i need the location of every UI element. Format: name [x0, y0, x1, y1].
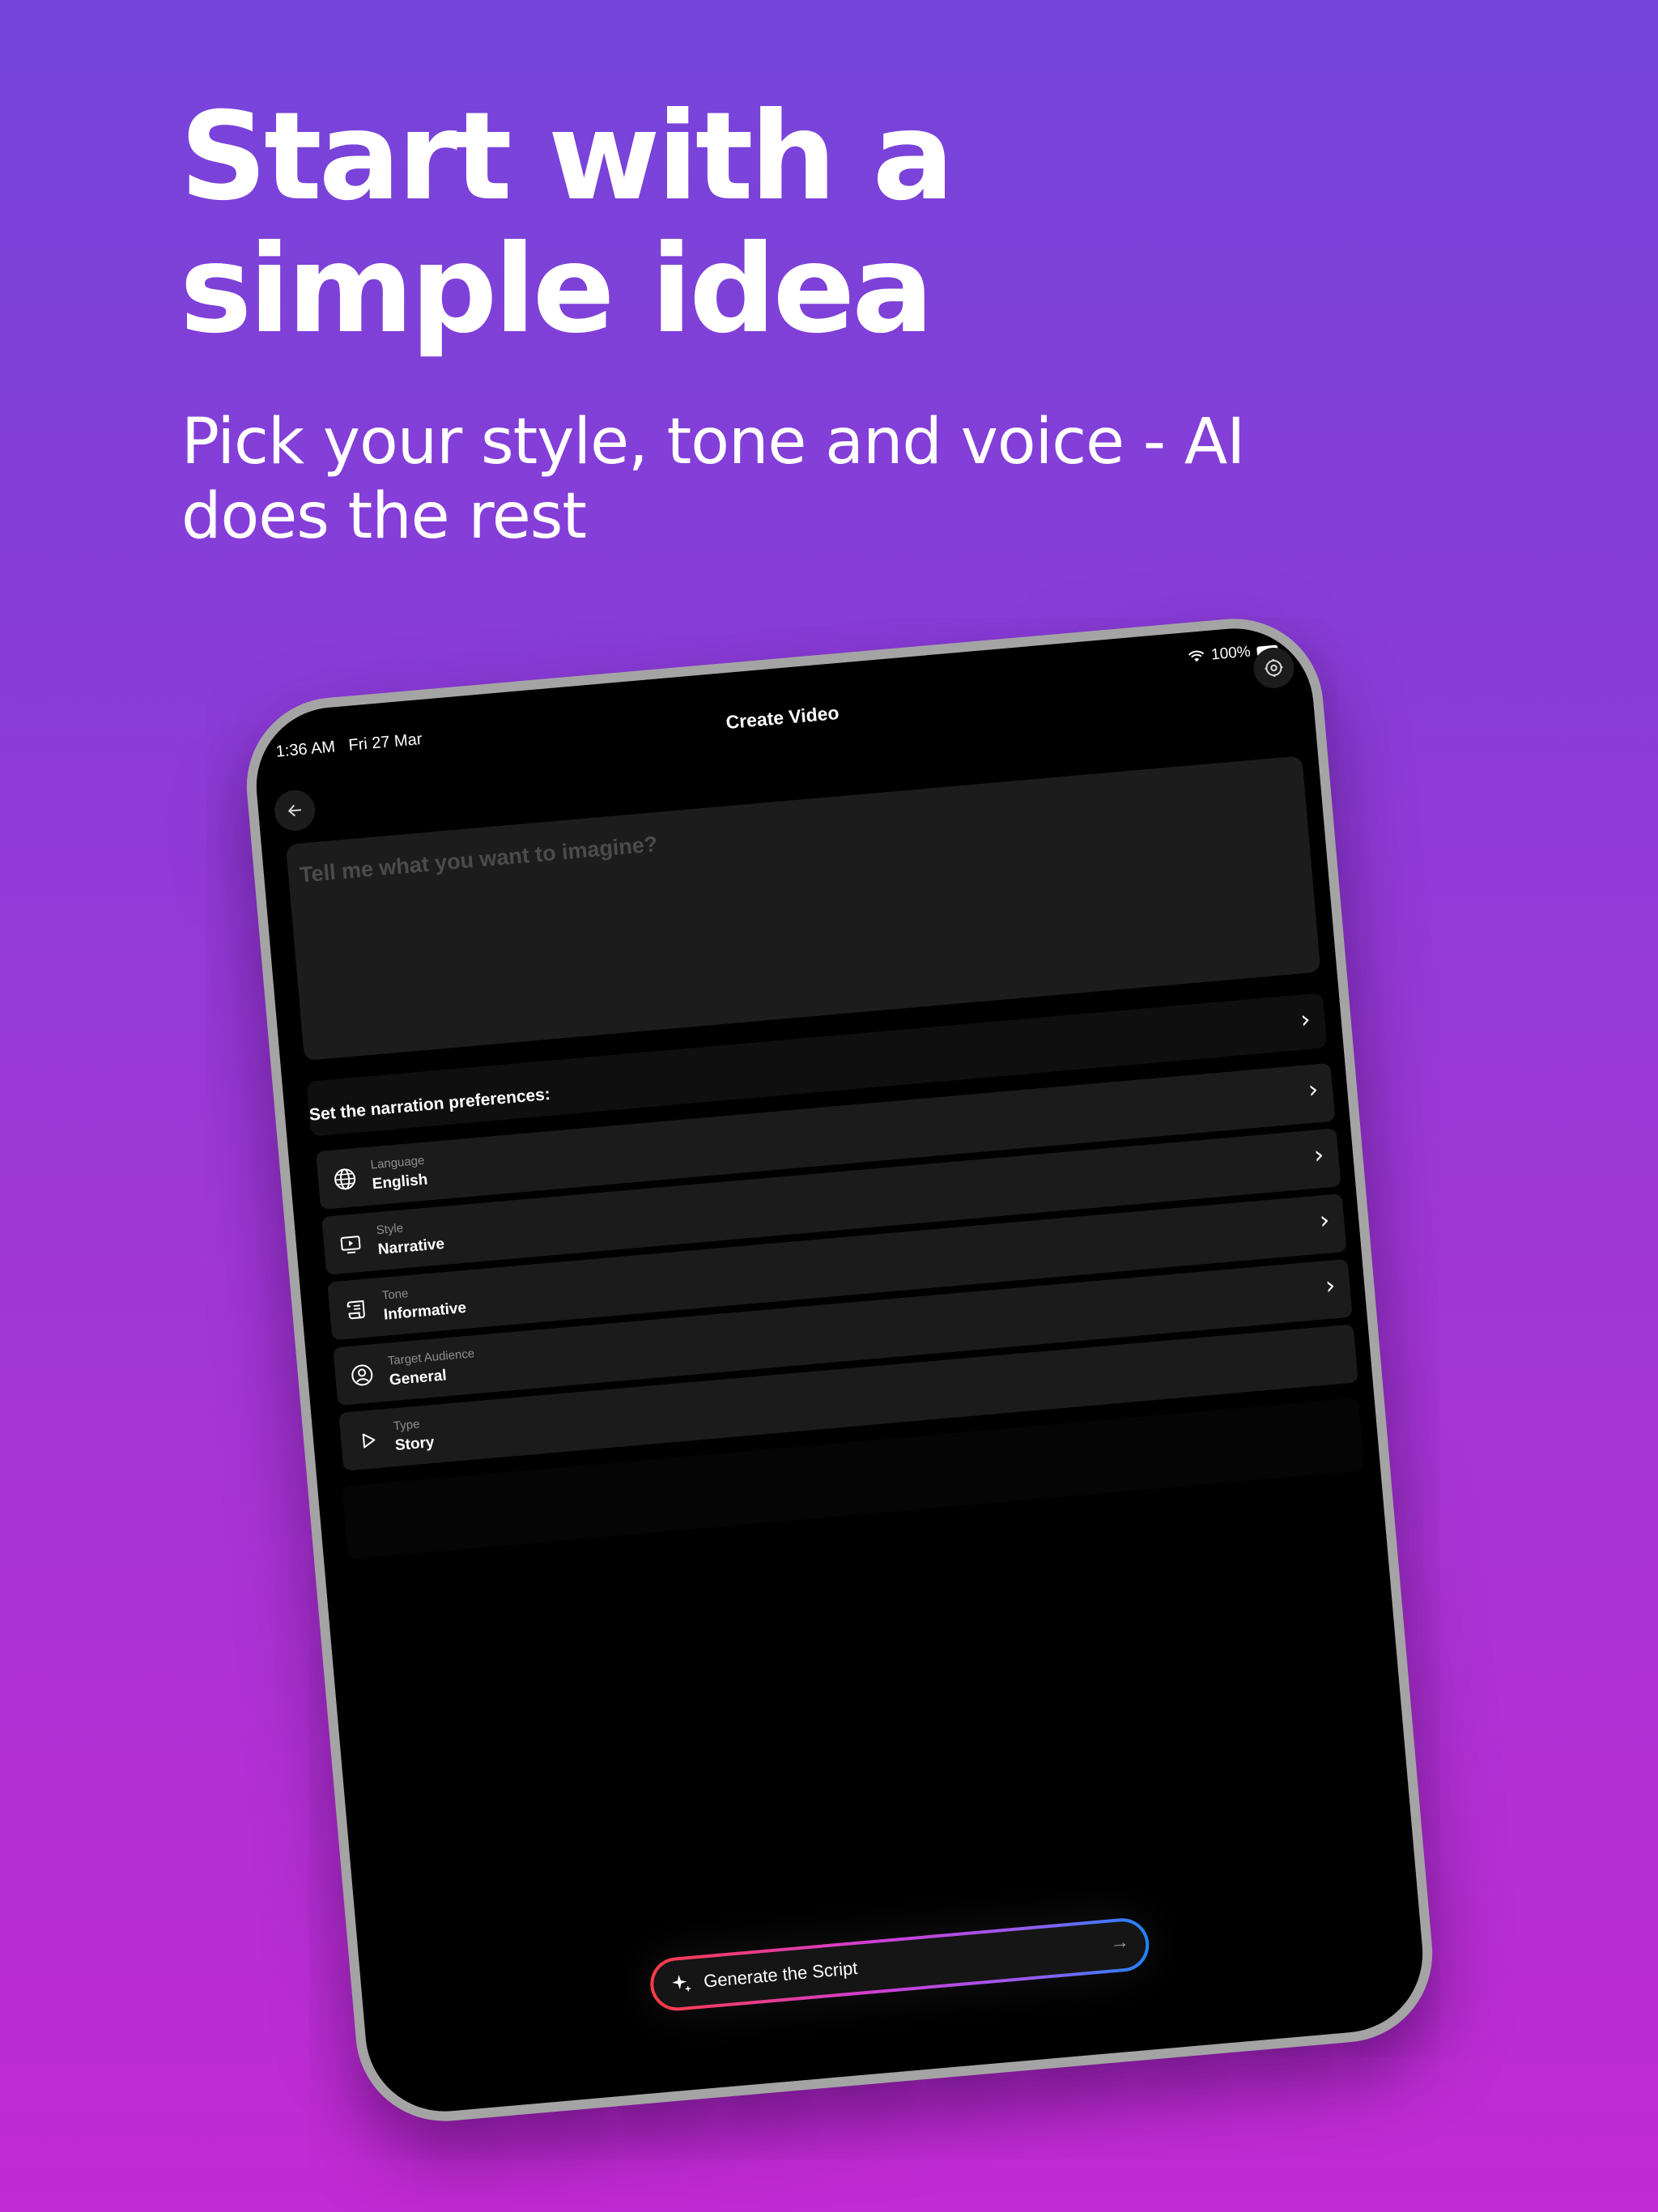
hero-subtitle-line1: Pick your style, tone and voice - AI — [181, 406, 1245, 479]
chevron-right-icon: › — [1312, 1140, 1325, 1170]
chevron-right-icon: › — [1324, 1271, 1337, 1301]
user-icon — [347, 1362, 376, 1389]
generate-script-label: Generate the Script — [703, 1957, 859, 1992]
hero-title-line1: Start with a — [180, 87, 954, 228]
pref-language-label: Language — [370, 1153, 425, 1172]
pref-type-label: Type — [393, 1417, 421, 1434]
preferences-heading: Set the narration preferences: — [308, 1084, 551, 1125]
arrow-left-icon — [288, 805, 302, 817]
pref-language-value: English — [371, 1171, 429, 1193]
hero-subtitle-line2: does the rest — [181, 480, 587, 553]
scroll-icon — [342, 1296, 371, 1323]
pref-tone-label: Tone — [381, 1287, 410, 1303]
hero-subtitle: Pick your style, tone and voice - AI doe… — [181, 405, 1444, 554]
globe-icon — [330, 1166, 359, 1193]
nav-title: Create Video — [725, 702, 840, 734]
pref-style-value: Narrative — [376, 1235, 445, 1259]
sparkles-icon — [672, 1975, 691, 1993]
arrow-right-icon: → — [1108, 1930, 1131, 1955]
generate-script-button[interactable]: Generate the Script → — [648, 1916, 1151, 2014]
chevron-right-icon: › — [1318, 1206, 1331, 1236]
battery-percent: 100% — [1210, 643, 1252, 664]
tablet-mockup: 1:36 AM Fri 27 Mar 100% Create Video Tel… — [239, 611, 1440, 2129]
play-icon — [353, 1427, 382, 1454]
hero-title: Start with a simple idea — [180, 91, 954, 356]
back-button[interactable] — [273, 788, 317, 833]
pref-style-label: Style — [376, 1221, 404, 1238]
chevron-right-icon: › — [1307, 1075, 1320, 1105]
prompt-placeholder: Tell me what you want to imagine? — [298, 832, 659, 887]
wifi-icon — [1188, 650, 1205, 662]
chevron-right-icon: › — [1299, 1005, 1312, 1035]
pref-tone-value: Informative — [383, 1299, 467, 1324]
generate-script-inner: Generate the Script → — [651, 1919, 1148, 2010]
video-icon — [336, 1231, 365, 1258]
pref-audience-label: Target Audience — [387, 1346, 475, 1368]
hero-title-line2: simple idea — [180, 219, 933, 360]
pref-type-value: Story — [394, 1434, 436, 1455]
pref-audience-value: General — [389, 1367, 448, 1389]
